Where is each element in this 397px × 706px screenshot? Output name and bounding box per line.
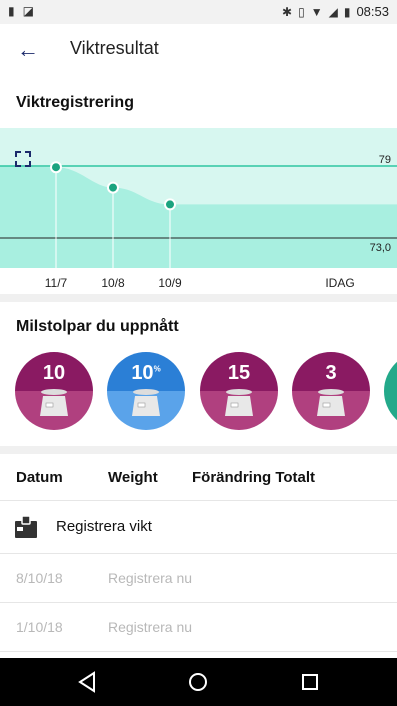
milestone-badge[interactable]: 15 [200,352,278,430]
weight-chart: 79 73,0 11/7 10/8 10/9 IDAG [0,128,397,293]
table-row[interactable]: 1/10/18 Registrera nu [0,603,397,652]
back-nav-icon[interactable] [74,668,102,696]
goal-lower-label: 73,0 [370,242,391,254]
milestone-badge-partial[interactable] [384,352,397,430]
milestone-badge[interactable]: 10% [107,352,185,430]
row-action[interactable]: Registrera nu [108,619,192,635]
milestone-badges: 10 10% 15 3 [0,352,397,432]
milestone-badge[interactable]: 3 [292,352,370,430]
scale-icon [132,389,160,416]
data-point [164,198,176,211]
register-weight-label: Registrera vikt [56,518,152,535]
column-change: Förändring Totalt [192,469,316,486]
register-weight-row[interactable]: Registrera vikt [0,501,397,554]
recents-nav-icon[interactable] [296,668,324,696]
scale-icon [317,389,345,416]
x-tick-label: 10/8 [101,276,125,290]
sim-icon: ▮ [8,4,15,18]
scale-icon [225,389,253,416]
no-signal-icon: ◪ [22,4,34,18]
badge-value: 10 [131,362,154,384]
row-action[interactable]: Registrera nu [108,570,192,586]
status-bar: ▮ ◪ ✱ ▯ ▼ ◢ ▮ 08:53 [0,0,397,24]
section-divider [0,294,397,302]
badge-value: 15 [227,362,251,384]
scale-icon [40,389,68,416]
column-date: Datum [16,469,63,486]
section-divider [0,446,397,454]
weight-chart-svg: 79 73,0 11/7 10/8 10/9 IDAG [0,128,397,290]
x-tick-label: IDAG [325,276,354,290]
app-bar: ← Viktresultat [0,24,397,76]
x-tick-label: 11/7 [45,276,68,290]
table-row[interactable]: 8/10/18 Registrera nu [0,554,397,603]
page-title: Viktresultat [70,38,159,58]
data-point [107,181,119,194]
milestones-title: Milstolpar du uppnått [16,318,179,335]
battery-icon: ▮ [343,4,351,19]
row-date: 1/10/18 [16,619,63,635]
signal-icon: ◢ [328,4,338,19]
data-point [50,161,62,174]
goal-upper-label: 79 [379,154,391,166]
home-nav-icon[interactable] [184,668,212,696]
table-header: Datum Weight Förändring Totalt [0,458,397,501]
row-date: 8/10/18 [16,570,63,586]
milestone-badge[interactable]: 10 [15,352,93,430]
weight-section-title: Viktregistrering [16,94,134,111]
column-weight: Weight [108,469,158,486]
bluetooth-icon: ✱ [282,4,293,19]
badge-value: 10 [42,362,66,384]
vibrate-icon: ▯ [298,4,305,19]
status-time: 08:53 [356,4,389,19]
system-nav-bar [0,658,397,706]
x-tick-label: 10/9 [158,276,182,290]
wifi-icon: ▼ [310,4,323,19]
badge-value: 3 [325,362,337,384]
badge-unit: % [153,364,161,374]
back-arrow-icon[interactable]: ← [14,36,42,64]
weight-scale-icon [15,515,37,538]
